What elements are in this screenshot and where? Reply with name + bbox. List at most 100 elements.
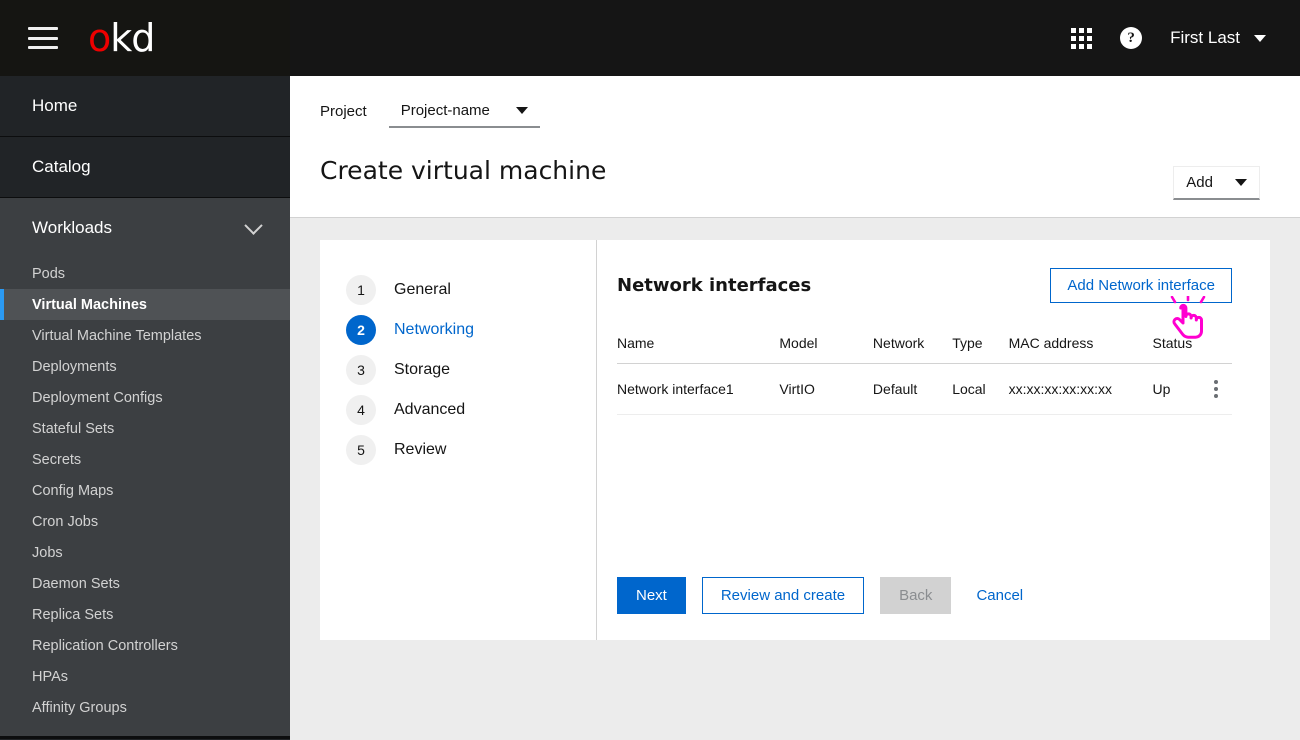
add-dropdown[interactable]: Add (1173, 166, 1260, 200)
caret-down-icon (515, 106, 528, 114)
wizard-steps-nav: 1 General 2 Networking 3 Storage 4 Advan… (320, 240, 597, 640)
sidebar-item-deployments[interactable]: Deployments (0, 351, 290, 382)
back-button[interactable]: Back (880, 577, 952, 614)
step-number: 4 (346, 395, 376, 425)
column-header-type: Type (952, 325, 1009, 364)
okd-logo[interactable]: okd (88, 16, 155, 60)
wizard-step-review[interactable]: 5 Review (320, 430, 596, 470)
cell-mac-address: xx:xx:xx:xx:xx:xx (1008, 363, 1153, 415)
wizard-step-advanced[interactable]: 4 Advanced (320, 390, 596, 430)
sidebar-item-label: Virtual Machines (32, 296, 147, 313)
sidebar-section-label: Workloads (32, 218, 112, 237)
sidebar-item-label: Cron Jobs (32, 513, 99, 530)
kebab-menu-icon[interactable] (1207, 380, 1225, 398)
sidebar-item-label: Home (32, 96, 78, 115)
cell-network: Default (872, 363, 953, 415)
sidebar-item-stateful-sets[interactable]: Stateful Sets (0, 413, 290, 444)
caret-down-icon (1235, 179, 1247, 186)
cell-status: Up (1152, 363, 1208, 415)
panel-header: Network interfaces Add Network interface (617, 268, 1232, 303)
project-select-value: Project-name (400, 101, 490, 119)
cell-actions (1207, 363, 1232, 415)
column-header-network: Network (872, 325, 953, 364)
sidebar-item-label: Affinity Groups (32, 699, 127, 716)
page-title: Create virtual machine (320, 156, 607, 185)
network-interfaces-table: Name Model Network Type MAC address Stat… (617, 325, 1232, 415)
wizard-step-storage[interactable]: 3 Storage (320, 350, 596, 390)
sidebar-item-label: Config Maps (32, 482, 114, 499)
create-vm-wizard: 1 General 2 Networking 3 Storage 4 Advan… (320, 240, 1270, 640)
column-header-name: Name (617, 325, 780, 364)
sidebar-item-label: Catalog (32, 157, 91, 176)
sidebar-item-label: Secrets (32, 451, 82, 468)
sidebar-item-config-maps[interactable]: Config Maps (0, 475, 290, 506)
grid-icon[interactable] (1071, 27, 1093, 49)
sidebar-item-replication-controllers[interactable]: Replication Controllers (0, 630, 290, 661)
review-and-create-button[interactable]: Review and create (701, 577, 865, 614)
sidebar-item-home[interactable]: Home (0, 76, 290, 137)
sidebar-item-replica-sets[interactable]: Replica Sets (0, 599, 290, 630)
sidebar-item-label: Virtual Machine Templates (32, 327, 202, 344)
sidebar-item-label: Deployment Configs (32, 389, 163, 406)
step-label: Networking (394, 321, 475, 338)
sidebar-section-workloads[interactable]: Workloads (0, 198, 290, 258)
sidebar-item-daemon-sets[interactable]: Daemon Sets (0, 568, 290, 599)
logo-rest-letters: kd (110, 16, 155, 60)
step-number: 5 (346, 435, 376, 465)
sidebar-item-label: Daemon Sets (32, 575, 120, 592)
sidebar-item-virtual-machine-templates[interactable]: Virtual Machine Templates (0, 320, 290, 351)
networking-panel: Network interfaces Add Network interface… (597, 240, 1270, 640)
chevron-down-icon (244, 215, 263, 235)
table-head: Name Model Network Type MAC address Stat… (617, 325, 1232, 364)
step-number: 1 (346, 275, 376, 305)
sidebar-item-label: Pods (32, 265, 66, 282)
logo-accent-letter: o (88, 16, 111, 60)
next-button[interactable]: Next (617, 577, 686, 614)
cell-name: Network interface1 (617, 363, 780, 415)
project-select[interactable]: Project-name (388, 94, 540, 128)
sidebar-item-label: HPAs (32, 668, 68, 685)
column-header-mac-address: MAC address (1008, 325, 1153, 364)
column-header-status: Status (1152, 325, 1208, 364)
chevron-down-icon (1254, 34, 1266, 42)
sidebar-item-label: Jobs (32, 544, 63, 561)
sidebar-item-pods[interactable]: Pods (0, 258, 290, 289)
project-label: Project (320, 102, 367, 120)
step-label: General (394, 281, 451, 298)
masthead-brand: okd (0, 0, 290, 76)
column-header-model: Model (779, 325, 873, 364)
sidebar-item-virtual-machines[interactable]: Virtual Machines (0, 289, 290, 320)
help-icon[interactable]: ? (1120, 27, 1143, 49)
wizard-step-general[interactable]: 1 General (320, 270, 596, 310)
cell-model: VirtIO (779, 363, 873, 415)
user-menu[interactable]: First Last (1170, 28, 1266, 48)
table-row[interactable]: Network interface1 VirtIO Default Local … (617, 363, 1232, 415)
sidebar-item-hpas[interactable]: HPAs (0, 661, 290, 692)
masthead-actions: ? First Last (1071, 27, 1300, 49)
table-header-row: Name Model Network Type MAC address Stat… (617, 325, 1232, 364)
sidebar-item-label: Replica Sets (32, 606, 114, 623)
sidebar-item-cron-jobs[interactable]: Cron Jobs (0, 506, 290, 537)
cell-type: Local (952, 363, 1009, 415)
page-header: Project Project-name Add Create virtual … (290, 76, 1300, 218)
sidebar-item-affinity-groups[interactable]: Affinity Groups (0, 692, 290, 723)
wizard-step-networking[interactable]: 2 Networking (320, 310, 596, 350)
sidebar-item-deployment-configs[interactable]: Deployment Configs (0, 382, 290, 413)
column-header-actions (1207, 325, 1232, 364)
hamburger-icon[interactable] (28, 27, 58, 49)
add-network-interface-button[interactable]: Add Network interface (1050, 268, 1232, 303)
sidebar: Home Catalog Workloads Pods Virtual Mach… (0, 76, 290, 740)
masthead: okd ? First Last (0, 0, 1300, 76)
step-label: Advanced (394, 401, 466, 418)
sidebar-item-catalog[interactable]: Catalog (0, 137, 290, 198)
sidebar-item-jobs[interactable]: Jobs (0, 537, 290, 568)
sidebar-item-secrets[interactable]: Secrets (0, 444, 290, 475)
add-dropdown-label: Add (1186, 174, 1213, 191)
table-body: Network interface1 VirtIO Default Local … (617, 363, 1232, 415)
wizard-footer: Next Review and create Back Cancel (617, 577, 1032, 614)
step-number: 2 (346, 315, 376, 345)
cancel-button[interactable]: Cancel (967, 577, 1032, 614)
sidebar-item-label: Stateful Sets (32, 420, 115, 437)
user-name: First Last (1170, 28, 1240, 47)
project-bar: Project Project-name (290, 76, 1300, 128)
